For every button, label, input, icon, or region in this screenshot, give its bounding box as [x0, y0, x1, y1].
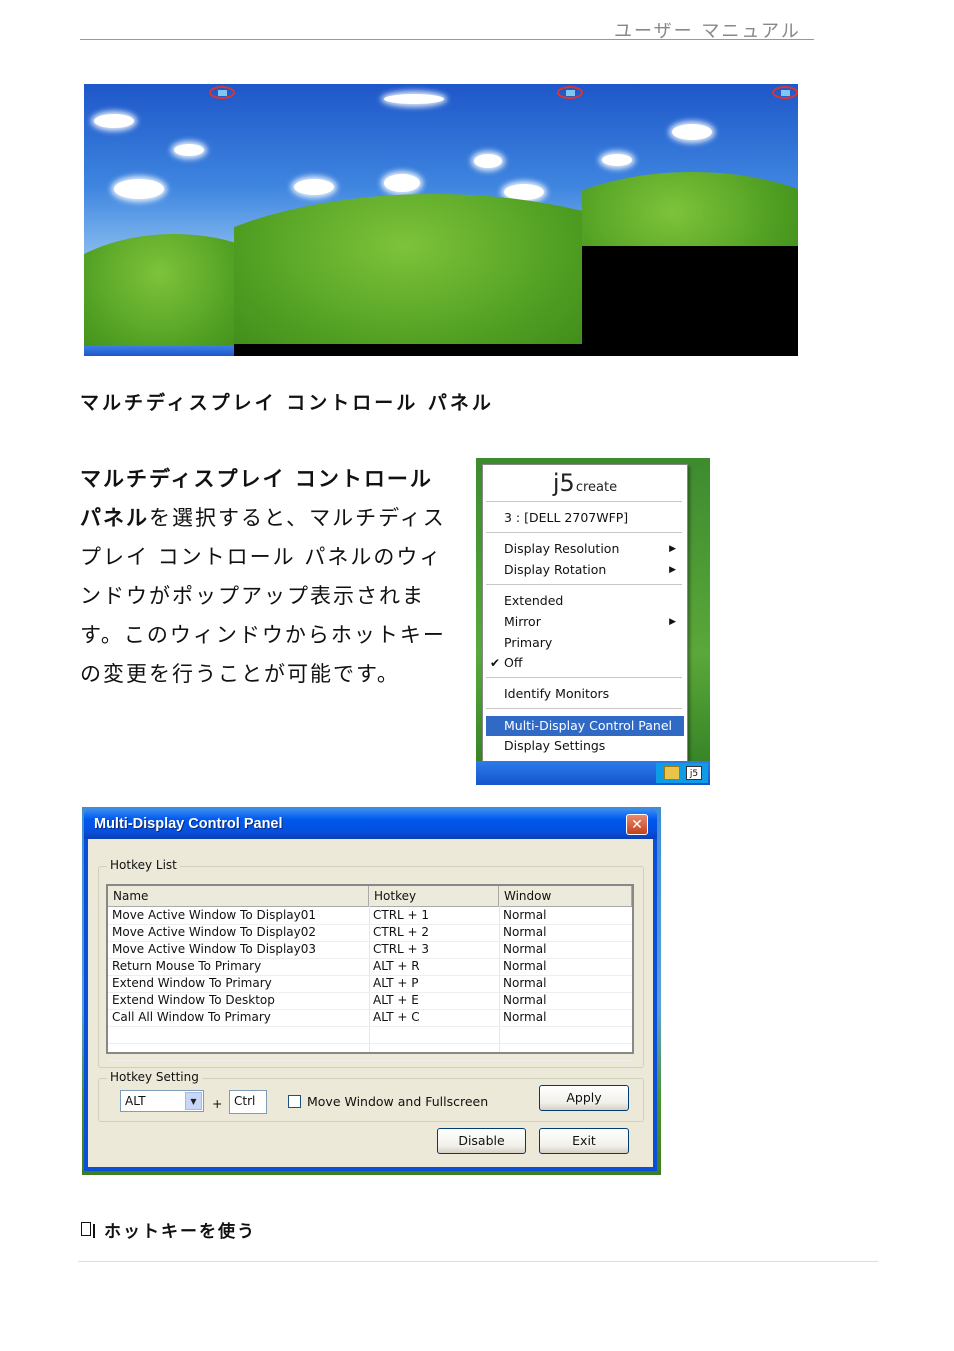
screen-number-marker [209, 86, 235, 99]
fullscreen-checkbox-label: Move Window and Fullscreen [307, 1094, 489, 1109]
table-cell: ALT + P [373, 976, 419, 990]
chevron-down-icon[interactable]: ▼ [185, 1092, 202, 1110]
table-cell: Normal [503, 908, 547, 922]
body-text: を選択すると、マルチディスプレイ コントロール パネルのウィンドウがポップアップ… [80, 506, 446, 686]
bullet-icon [81, 1222, 91, 1236]
menu-item-mirror[interactable]: Mirror ▶ [486, 612, 684, 632]
screen-panel-center [234, 84, 582, 356]
menu-item-display-resolution[interactable]: Display Resolution ▶ [486, 539, 684, 559]
window-body: Hotkey List Name Hotkey Window Move Acti… [88, 839, 653, 1167]
table-cell: Call All Window To Primary [112, 1010, 271, 1024]
hotkey-list-label: Hotkey List [107, 858, 180, 872]
table-cell: Extend Window To Desktop [112, 993, 275, 1007]
close-button[interactable]: ✕ [626, 814, 648, 835]
column-header-hotkey[interactable]: Hotkey [369, 886, 499, 906]
plus-sign: + [212, 1096, 223, 1111]
table-cell: Extend Window To Primary [112, 976, 272, 990]
apply-button[interactable]: Apply [539, 1085, 629, 1111]
table-row[interactable]: Extend Window To Desktop ALT + E Normal [108, 992, 632, 1010]
menu-item-identify-monitors[interactable]: Identify Monitors [486, 684, 684, 704]
menu-item-display-rotation[interactable]: Display Rotation ▶ [486, 560, 684, 580]
menu-item-multi-display-control-panel[interactable]: Multi-Display Control Panel [486, 716, 684, 736]
footer-rule [78, 1261, 878, 1262]
body-paragraph: マルチディスプレイ コントロール パネルを選択すると、マルチディスプレイ コント… [80, 460, 454, 694]
column-header-window[interactable]: Window [499, 886, 632, 906]
table-cell: Return Mouse To Primary [112, 959, 262, 973]
table-row[interactable]: Extend Window To Primary ALT + P Normal [108, 975, 632, 993]
table-row[interactable]: Move Active Window To Display03 CTRL + 3 N… [108, 941, 632, 959]
screen-panel-left [84, 84, 234, 356]
context-menu: j5create 3 : [DELL 2707WFP] Display Reso… [482, 464, 688, 762]
checkmark-icon: ✔ [490, 656, 501, 670]
j5create-tray-icon[interactable]: j5 [686, 766, 702, 780]
menu-item-extended[interactable]: Extended [486, 591, 684, 611]
screen-number-marker [772, 86, 798, 99]
table-row[interactable] [108, 1026, 632, 1044]
table-cell: Normal [503, 925, 547, 939]
menu-item-off[interactable]: ✔ Off [486, 653, 684, 673]
window-title: Multi-Display Control Panel [84, 809, 657, 839]
table-cell: Move Active Window To Display02 [112, 925, 317, 939]
table-cell: CTRL + 3 [373, 942, 430, 956]
bullet-mark [93, 1224, 95, 1238]
hotkey-setting-label: Hotkey Setting [107, 1070, 202, 1084]
exit-button[interactable]: Exit [539, 1128, 629, 1154]
table-cell: Normal [503, 993, 547, 1007]
table-row[interactable]: Call All Window To Primary ALT + C Normal [108, 1009, 632, 1027]
context-menu-screenshot: j5create 3 : [DELL 2707WFP] Display Reso… [476, 458, 710, 785]
column-header-name[interactable]: Name [108, 886, 369, 906]
table-row[interactable]: Move Active Window To Display01 CTRL + 1 N… [108, 907, 632, 925]
table-cell: Move Active Window To Display01 [112, 908, 317, 922]
menu-display-name: 3 : [DELL 2707WFP] [504, 510, 629, 525]
j5create-logo: j5create [552, 469, 618, 497]
fullscreen-checkbox[interactable] [288, 1095, 301, 1108]
table-row[interactable] [108, 1043, 632, 1061]
table-cell: CTRL + 1 [373, 908, 430, 922]
table-cell: Move Active Window To Display03 [112, 942, 317, 956]
table-row[interactable]: Move Active Window To Display02 CTRL + 2 N… [108, 924, 632, 942]
table-header: Name Hotkey Window [108, 886, 632, 907]
table-row[interactable]: Return Mouse To Primary ALT + R Normal [108, 958, 632, 976]
modifier-select[interactable]: ALT ▼ [120, 1090, 204, 1112]
screen-panel-right [582, 84, 798, 356]
table-cell: Normal [503, 1010, 547, 1024]
section-title: マルチディスプレイ コントロール パネル [80, 392, 494, 414]
header-rule [80, 39, 814, 40]
table-cell: ALT + E [373, 993, 419, 1007]
table-cell: Normal [503, 942, 547, 956]
taskbar-tray: j5 [476, 761, 710, 785]
screen-number-marker [557, 86, 583, 99]
display-tray-icon[interactable] [664, 766, 680, 780]
submenu-arrow-icon: ▶ [669, 617, 676, 627]
footer-heading: ホットキーを使う [104, 1222, 256, 1242]
menu-item-display-settings[interactable]: Display Settings [486, 736, 684, 756]
submenu-arrow-icon: ▶ [669, 565, 676, 575]
table-cell: ALT + R [373, 959, 420, 973]
control-panel-window: Multi-Display Control Panel ✕ Hotkey Lis… [84, 809, 657, 1171]
table-cell: Normal [503, 976, 547, 990]
submenu-arrow-icon: ▶ [669, 544, 676, 554]
hotkey-table[interactable]: Name Hotkey Window Move Active Window To… [106, 884, 634, 1061]
table-cell: Normal [503, 959, 547, 973]
control-panel-screenshot: Multi-Display Control Panel ✕ Hotkey Lis… [82, 807, 661, 1175]
disable-button[interactable]: Disable [437, 1128, 526, 1154]
table-cell: CTRL + 2 [373, 925, 430, 939]
key-input[interactable]: Ctrl [229, 1090, 267, 1114]
table-cell: ALT + C [373, 1010, 420, 1024]
menu-item-primary[interactable]: Primary [486, 633, 684, 653]
